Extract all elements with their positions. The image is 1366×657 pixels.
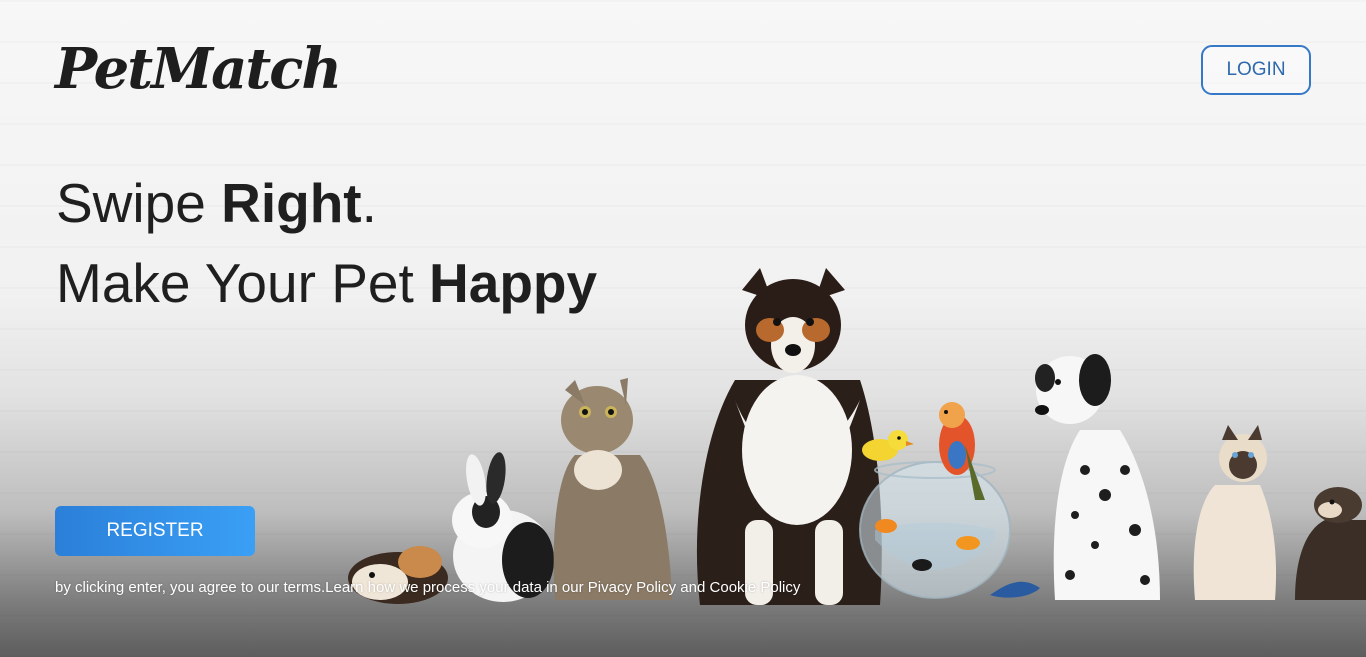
dalmatian	[1035, 354, 1160, 600]
headline-line2-bold: Happy	[429, 252, 598, 314]
headline-swipe-right: Swipe Right.	[56, 176, 377, 231]
privacy-policy-link[interactable]: Pivacy Policy	[588, 579, 676, 596]
hero-section: PetMatch LOGIN Swipe Right. Make Your Pe…	[0, 0, 1366, 657]
fish-bowl	[859, 461, 1011, 599]
headline-make-pet-happy: Make Your Pet Happy	[56, 256, 597, 311]
login-button[interactable]: LOGIN	[1201, 45, 1311, 95]
petmatch-logo: PetMatch	[55, 36, 342, 102]
register-button[interactable]: REGISTER	[55, 506, 255, 556]
headline-line1-suffix: .	[361, 172, 377, 234]
headline-line1-prefix: Swipe	[56, 172, 222, 234]
terms-text: by clicking enter, you agree to our term…	[55, 579, 588, 596]
terms-notice: by clicking enter, you agree to our term…	[55, 579, 800, 596]
headline-line1-bold: Right	[221, 172, 362, 234]
cookie-policy-link[interactable]: Cookie Policy	[710, 579, 801, 596]
tabby-cat	[553, 378, 672, 600]
lizard	[990, 581, 1040, 598]
siamese-cat	[1193, 425, 1277, 600]
terms-and: and	[676, 579, 710, 596]
headline-line2-prefix: Make Your Pet	[56, 252, 430, 314]
ferret	[1295, 487, 1366, 600]
collie-dog	[696, 268, 882, 605]
